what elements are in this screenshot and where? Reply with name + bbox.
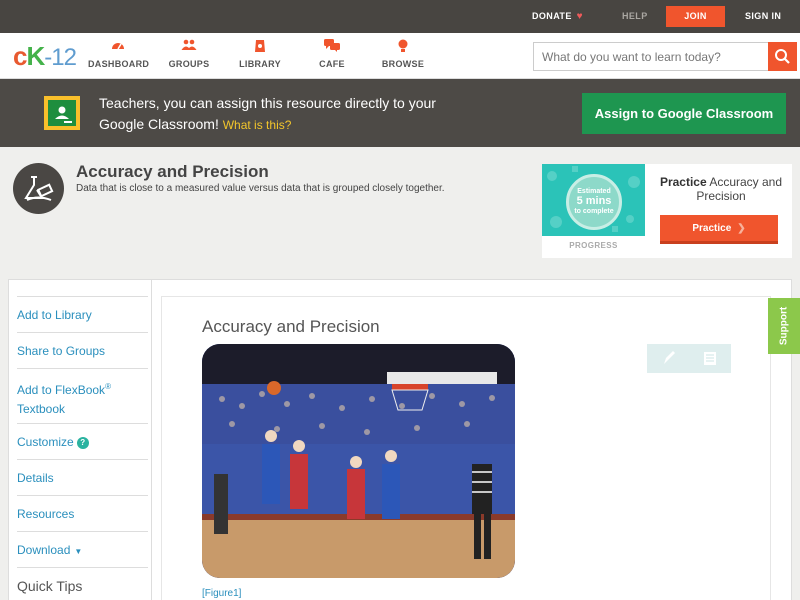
- chevron-right-icon: ❯: [737, 223, 746, 234]
- practice-button-label: Practice: [692, 223, 732, 234]
- help-link[interactable]: HELP: [622, 0, 648, 33]
- sidebar-item-label: Add to FlexBook: [17, 383, 106, 397]
- highlight-button[interactable]: [647, 344, 689, 373]
- sidebar-menu: Add to Library Share to Groups Add to Fl…: [17, 296, 148, 568]
- notes-button[interactable]: [689, 344, 731, 373]
- donate-link[interactable]: DONATE ♥: [532, 0, 583, 33]
- sidebar-item-resources[interactable]: Resources: [17, 496, 148, 532]
- sidebar-item-label: Resources: [17, 507, 75, 521]
- join-button[interactable]: JOIN: [666, 6, 725, 27]
- sidebar-item-download[interactable]: Download ▼: [17, 532, 148, 568]
- search-icon: [775, 49, 790, 64]
- help-icon[interactable]: ?: [76, 437, 89, 449]
- pencil-icon: [664, 351, 675, 364]
- basketball-photo: [202, 344, 515, 578]
- library-icon: [238, 39, 282, 55]
- estimated-mins: 5 mins: [576, 195, 612, 207]
- sidebar-item-add-to-library[interactable]: Add to Library: [17, 297, 148, 333]
- logo-12: -12: [44, 44, 77, 71]
- search-box: [533, 42, 797, 71]
- heart-icon: ♥: [576, 11, 583, 22]
- estimated-time-badge: Estimated 5 mins to complete: [566, 174, 622, 230]
- sidebar-item-customize[interactable]: Customize?: [17, 424, 148, 460]
- annotation-toolbar: [647, 344, 731, 373]
- nav-cafe-label: CAFE: [319, 59, 345, 69]
- donate-label: DONATE: [532, 11, 572, 21]
- concept-icon: [13, 163, 64, 214]
- practice-title: Practice Accuracy and Precision: [650, 175, 792, 203]
- nav-browse-label: BROWSE: [381, 59, 425, 69]
- practice-button[interactable]: Practice ❯: [660, 215, 778, 244]
- nav-bar: cK-12 DASHBOARD GROUPS LIBRARY CAFE BROW…: [0, 33, 800, 79]
- sidebar-item-share-to-groups[interactable]: Share to Groups: [17, 333, 148, 369]
- support-label: Support: [778, 306, 790, 346]
- page-description: Data that is close to a measured value v…: [76, 183, 445, 194]
- logo-k: K: [26, 41, 45, 71]
- nav-library-label: LIBRARY: [239, 59, 281, 69]
- sidebar-item-label: Details: [17, 471, 54, 485]
- nav-library[interactable]: LIBRARY: [238, 39, 282, 69]
- support-tab[interactable]: Support: [768, 298, 800, 354]
- cafe-icon: [316, 39, 348, 55]
- groups-icon: [165, 39, 213, 55]
- nav-groups-label: GROUPS: [168, 59, 210, 69]
- sidebar-item-label: Add to Library: [17, 308, 92, 322]
- what-is-this-link[interactable]: What is this?: [223, 118, 292, 132]
- search-input[interactable]: [534, 43, 769, 70]
- nav-browse[interactable]: BROWSE: [381, 39, 425, 69]
- logo-c: c: [13, 41, 28, 71]
- registered-mark: ®: [105, 382, 111, 391]
- sidebar-item-details[interactable]: Details: [17, 460, 148, 496]
- content-panel: Add to Library Share to Groups Add to Fl…: [8, 279, 792, 600]
- sidebar: Add to Library Share to Groups Add to Fl…: [10, 280, 152, 600]
- nav-dashboard-label: DASHBOARD: [88, 59, 150, 69]
- dashboard-icon: [88, 39, 148, 55]
- nav-dashboard[interactable]: DASHBOARD: [88, 39, 150, 69]
- sidebar-item-label: Customize: [17, 435, 74, 449]
- search-button[interactable]: [768, 42, 797, 71]
- caret-down-icon: ▼: [74, 547, 83, 556]
- sidebar-item-label: Download: [17, 543, 71, 557]
- practice-graphic: Estimated 5 mins to complete: [542, 164, 645, 236]
- banner-text: Teachers, you can assign this resource d…: [99, 93, 459, 136]
- top-bar: DONATE ♥ HELP JOIN SIGN IN: [0, 0, 800, 33]
- progress-label: PROGRESS: [569, 241, 618, 250]
- estimated-to-complete: to complete: [574, 208, 614, 215]
- sidebar-item-label-line2: Textbook: [17, 402, 66, 416]
- google-classroom-banner: Teachers, you can assign this resource d…: [0, 79, 800, 147]
- browse-icon: [381, 39, 425, 55]
- page-title: Accuracy and Precision: [76, 162, 269, 181]
- notes-icon: [704, 352, 716, 365]
- practice-title-bold: Practice: [659, 175, 707, 189]
- article-title: Accuracy and Precision: [202, 317, 380, 336]
- practice-title-rest: Accuracy and Precision: [696, 175, 783, 203]
- practice-card: Estimated 5 mins to complete PROGRESS Pr…: [542, 164, 792, 258]
- article: Accuracy and Precision [Figure1]: [161, 296, 771, 600]
- nav-cafe[interactable]: CAFE: [316, 39, 348, 69]
- figure-caption[interactable]: [Figure1]: [202, 588, 241, 599]
- google-classroom-icon: [44, 96, 80, 130]
- sidebar-item-label: Share to Groups: [17, 344, 106, 358]
- sidebar-item-add-to-flexbook[interactable]: Add to FlexBook® Textbook: [17, 369, 148, 424]
- ck12-logo[interactable]: cK-12: [13, 41, 77, 72]
- assign-google-classroom-button[interactable]: Assign to Google Classroom: [582, 93, 786, 134]
- quick-tips-heading[interactable]: Quick Tips: [17, 578, 82, 594]
- sign-in-link[interactable]: SIGN IN: [745, 0, 781, 33]
- nav-groups[interactable]: GROUPS: [165, 39, 213, 69]
